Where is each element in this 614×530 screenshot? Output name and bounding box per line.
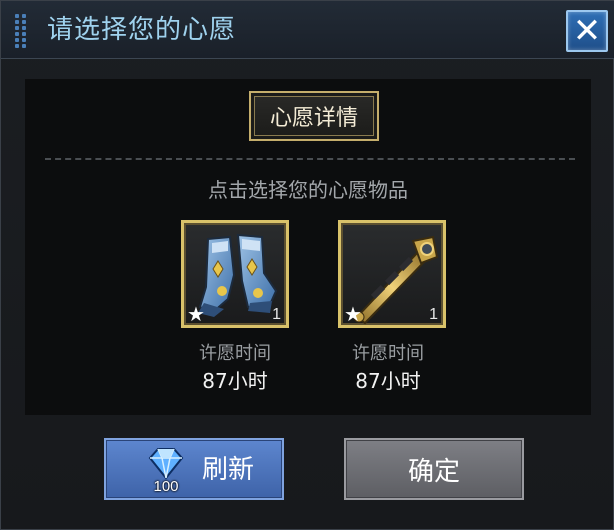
drag-grip-icon [15, 14, 27, 48]
tab-wish-details[interactable]: 心愿详情 [249, 91, 379, 141]
item-label: 许愿时间 [352, 343, 424, 364]
item-wish-time: 87小时 [355, 369, 421, 393]
wish-panel: 心愿详情 点击选择您的心愿物品 ★ 1 许愿时间 87小时 ★ 1 许愿时间 8… [25, 79, 591, 415]
confirm-button[interactable]: 确定 [344, 438, 524, 500]
confirm-label: 确定 [407, 456, 460, 487]
wish-item-slot-boots[interactable]: ★ 1 [181, 220, 289, 328]
dashed-divider [45, 158, 575, 160]
diamond-icon [148, 448, 184, 480]
refresh-button[interactable]: 100 刷新 [104, 438, 284, 500]
refresh-label: 刷新 [202, 455, 255, 485]
tab-label: 心愿详情 [269, 106, 358, 131]
star-icon: ★ [187, 302, 205, 326]
refresh-cost: 100 [153, 478, 179, 495]
item-wish-time: 87小时 [202, 369, 268, 393]
item-label: 许愿时间 [199, 343, 271, 364]
dialog-title: 请选择您的心愿 [47, 15, 237, 45]
wish-dialog: 请选择您的心愿 ✕ 心愿详情 点击选择您的心愿物品 ★ 1 许愿时间 87小时 … [0, 0, 614, 530]
wish-item-slot-scepter[interactable]: ★ 1 [338, 220, 446, 328]
star-icon: ★ [344, 302, 362, 326]
item-count: 1 [429, 306, 438, 323]
select-hint: 点击选择您的心愿物品 [208, 178, 408, 202]
close-icon: ✕ [572, 11, 602, 51]
dialog-titlebar: 请选择您的心愿 ✕ [1, 1, 614, 59]
close-button[interactable]: ✕ [566, 10, 608, 52]
item-count: 1 [272, 306, 281, 323]
